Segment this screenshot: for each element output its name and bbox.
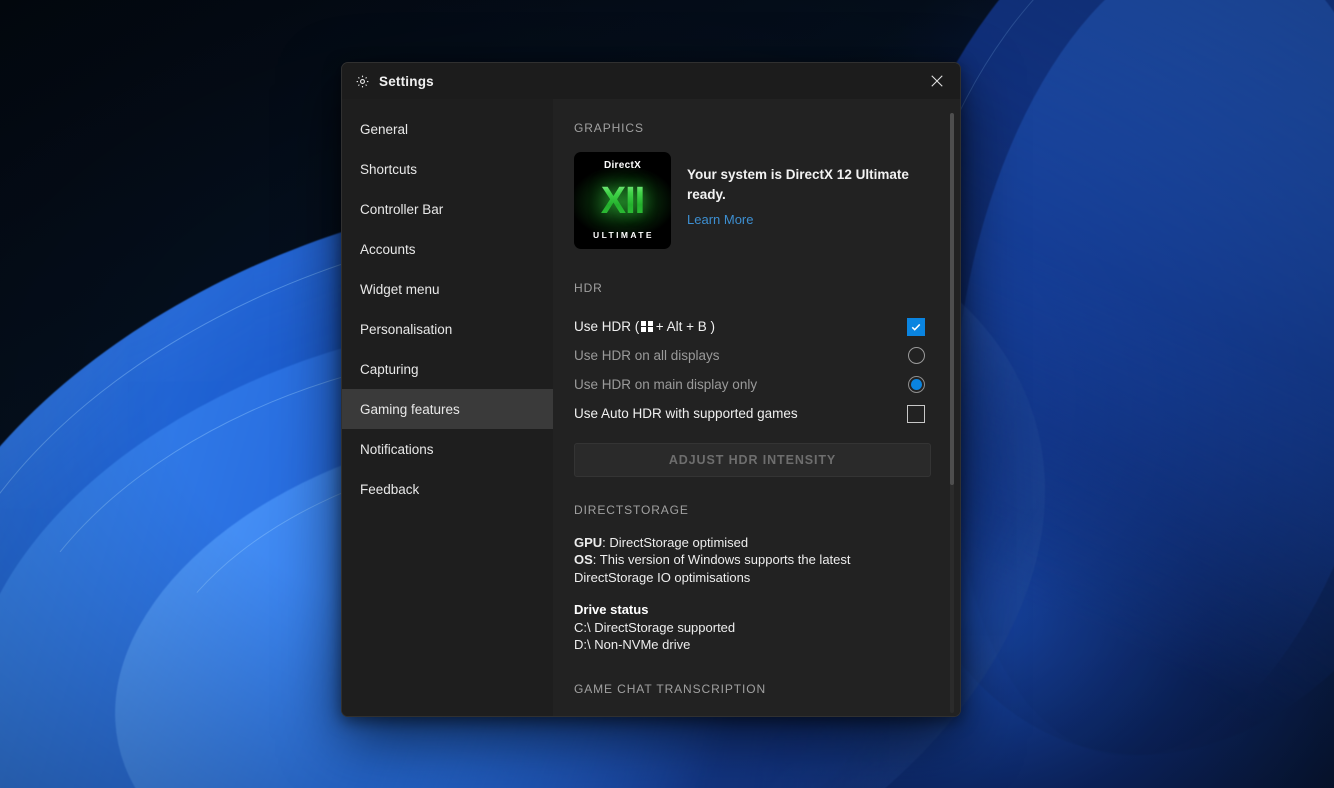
auto-hdr-label: Use Auto HDR with supported games — [574, 406, 798, 421]
sidebar-item-label: Gaming features — [360, 402, 460, 417]
content-scroll-area: GRAPHICS DirectX XII ULTIMATE Your syste… — [553, 99, 960, 716]
settings-content-panel: GRAPHICS DirectX XII ULTIMATE Your syste… — [553, 99, 960, 716]
sidebar-item-label: Personalisation — [360, 322, 452, 337]
use-hdr-all-displays-radio[interactable] — [908, 347, 925, 364]
settings-window: Settings General Shortcuts Controller Ba… — [341, 62, 961, 717]
use-hdr-main-display-label: Use HDR on main display only — [574, 377, 757, 392]
sidebar-item-feedback[interactable]: Feedback — [342, 469, 553, 509]
use-hdr-row[interactable]: Use HDR ( + Alt + B ) — [574, 312, 930, 341]
graphics-heading: GRAPHICS — [574, 121, 930, 135]
use-hdr-main-display-radio[interactable] — [908, 376, 925, 393]
badge-bottom-text: ULTIMATE — [591, 230, 654, 240]
use-hdr-main-display-row[interactable]: Use HDR on main display only — [574, 370, 930, 399]
sidebar-item-gaming-features[interactable]: Gaming features — [342, 389, 553, 429]
gear-icon — [355, 74, 370, 89]
learn-more-link[interactable]: Learn More — [687, 212, 753, 227]
game-chat-heading: GAME CHAT TRANSCRIPTION — [574, 682, 930, 696]
sidebar-item-personalisation[interactable]: Personalisation — [342, 309, 553, 349]
use-hdr-label-prefix: Use HDR ( — [574, 319, 639, 334]
gpu-status-line: GPU: DirectStorage optimised — [574, 534, 930, 551]
sidebar-item-general[interactable]: General — [342, 109, 553, 149]
drive-status-title: Drive status — [574, 601, 930, 618]
sidebar-item-shortcuts[interactable]: Shortcuts — [342, 149, 553, 189]
drive-status-item: D:\ Non-NVMe drive — [574, 636, 930, 653]
spacer — [574, 586, 930, 601]
sidebar-item-label: Widget menu — [360, 282, 440, 297]
sidebar-item-capturing[interactable]: Capturing — [342, 349, 553, 389]
sidebar-item-label: Shortcuts — [360, 162, 417, 177]
directx-status-message: Your system is DirectX 12 Ultimate ready… — [687, 165, 917, 204]
use-hdr-all-displays-row[interactable]: Use HDR on all displays — [574, 341, 930, 370]
content-scrollbar-thumb[interactable] — [950, 113, 954, 485]
auto-hdr-checkbox[interactable] — [907, 405, 925, 423]
sidebar-item-label: Notifications — [360, 442, 434, 457]
sidebar-item-label: Feedback — [360, 482, 419, 497]
os-status-line: OS: This version of Windows supports the… — [574, 551, 930, 586]
titlebar-left: Settings — [355, 74, 434, 89]
use-hdr-all-displays-label: Use HDR on all displays — [574, 348, 720, 363]
use-hdr-checkbox[interactable] — [907, 318, 925, 336]
drive-status-item: C:\ DirectStorage supported — [574, 619, 930, 636]
badge-top-text: DirectX — [604, 160, 641, 171]
directx-block: DirectX XII ULTIMATE Your system is Dire… — [574, 152, 930, 249]
gpu-label: GPU — [574, 535, 602, 550]
os-label: OS — [574, 552, 593, 567]
gpu-value: : DirectStorage optimised — [602, 535, 748, 550]
sidebar-item-label: Accounts — [360, 242, 416, 257]
directstorage-section: DIRECTSTORAGE GPU: DirectStorage optimis… — [574, 503, 930, 653]
settings-sidebar: General Shortcuts Controller Bar Account… — [342, 99, 553, 716]
sidebar-item-label: Capturing — [360, 362, 419, 377]
hdr-heading: HDR — [574, 281, 930, 295]
use-hdr-label-suffix: + Alt + B ) — [656, 319, 715, 334]
badge-main-text: XII — [601, 182, 644, 220]
windows-key-icon — [641, 321, 653, 333]
window-title: Settings — [379, 74, 434, 89]
directx-text-block: Your system is DirectX 12 Ultimate ready… — [687, 152, 917, 229]
directstorage-heading: DIRECTSTORAGE — [574, 503, 930, 517]
adjust-hdr-intensity-button[interactable]: ADJUST HDR INTENSITY — [574, 443, 931, 477]
window-body: General Shortcuts Controller Bar Account… — [342, 99, 960, 716]
sidebar-item-controller-bar[interactable]: Controller Bar — [342, 189, 553, 229]
auto-hdr-row[interactable]: Use Auto HDR with supported games — [574, 399, 930, 428]
directx-ultimate-badge-icon: DirectX XII ULTIMATE — [574, 152, 671, 249]
sidebar-item-notifications[interactable]: Notifications — [342, 429, 553, 469]
sidebar-item-widget-menu[interactable]: Widget menu — [342, 269, 553, 309]
hdr-section: HDR Use HDR ( + Alt + B ) Use HDR on all… — [574, 281, 930, 477]
os-value: : This version of Windows supports the l… — [574, 552, 851, 584]
close-icon[interactable] — [914, 63, 960, 99]
sidebar-item-accounts[interactable]: Accounts — [342, 229, 553, 269]
use-hdr-label: Use HDR ( + Alt + B ) — [574, 319, 715, 334]
window-titlebar[interactable]: Settings — [342, 63, 960, 99]
game-chat-transcription-section: GAME CHAT TRANSCRIPTION — [574, 682, 930, 696]
sidebar-item-label: Controller Bar — [360, 202, 443, 217]
sidebar-item-label: General — [360, 122, 408, 137]
